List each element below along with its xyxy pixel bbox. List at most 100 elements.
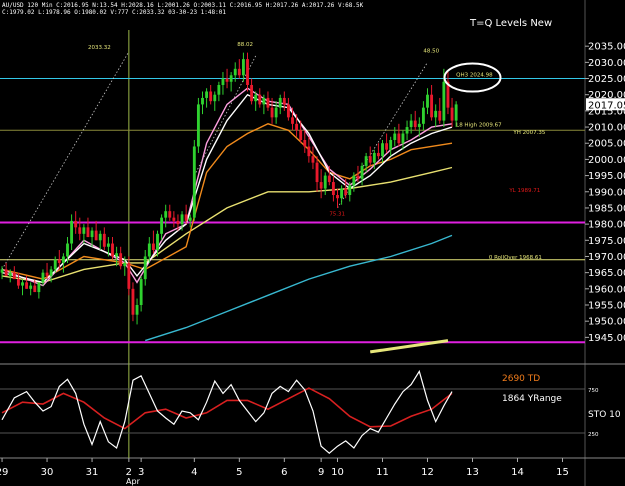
candle-body bbox=[356, 175, 360, 179]
trading-chart[interactable]: 2033.32 88.02 48.50 QH3 2024.98 L8 High 2009… bbox=[0, 0, 625, 486]
candle-body bbox=[66, 243, 69, 257]
time-tick-label: 15 bbox=[556, 467, 569, 478]
candle-body bbox=[348, 185, 352, 195]
level-annotation: L8 High 2009.67 bbox=[456, 123, 502, 129]
candle-body bbox=[295, 123, 299, 131]
candle-body bbox=[307, 146, 311, 157]
candle-body bbox=[225, 78, 229, 82]
candle-body bbox=[401, 133, 405, 144]
time-tick-label: 29 bbox=[0, 467, 8, 478]
candle-body bbox=[78, 227, 82, 234]
level-annotation: 0 RollOver 1968.61 bbox=[489, 255, 542, 261]
candle-body bbox=[0, 269, 4, 273]
level-annotation: QH3 2024.98 bbox=[456, 73, 493, 79]
candle-body bbox=[241, 59, 245, 76]
time-tick-label: 13 bbox=[466, 467, 479, 478]
candle-body bbox=[376, 152, 380, 157]
candle-body bbox=[16, 279, 20, 286]
price-tick-label: 2005.00 bbox=[588, 139, 625, 150]
candle-body bbox=[213, 94, 217, 102]
candle-body bbox=[131, 288, 135, 315]
candle-body bbox=[319, 182, 323, 189]
candle-body bbox=[303, 140, 307, 147]
candle-body bbox=[143, 256, 147, 280]
candle-body bbox=[286, 104, 290, 118]
candle-body bbox=[188, 217, 192, 221]
time-tick-label: 9 bbox=[318, 467, 324, 478]
level-annotation: 75.31 bbox=[329, 212, 345, 218]
candle-body bbox=[278, 97, 282, 108]
candle-body bbox=[450, 107, 454, 121]
candle-body bbox=[340, 188, 344, 199]
candle-body bbox=[139, 279, 143, 305]
candle-body bbox=[70, 220, 74, 244]
td-label: 2690 TD bbox=[502, 374, 540, 384]
price-tick-label: 1970.00 bbox=[588, 252, 625, 263]
candle-body bbox=[74, 220, 78, 228]
candle-body bbox=[262, 97, 266, 105]
time-tick-label: 11 bbox=[376, 467, 389, 478]
candle-body bbox=[8, 272, 12, 276]
candle-body bbox=[57, 259, 61, 263]
candle-body bbox=[106, 243, 110, 247]
level-annotation: YH 2007.35 bbox=[512, 130, 545, 136]
candle-body bbox=[168, 211, 172, 218]
candle-body bbox=[115, 253, 119, 257]
candle-body bbox=[360, 165, 364, 179]
candle-body bbox=[102, 233, 106, 247]
price-tick-label: 1990.00 bbox=[588, 187, 625, 198]
time-tick-label: 10 bbox=[331, 467, 344, 478]
candle-body bbox=[327, 175, 331, 183]
candle-body bbox=[454, 104, 458, 121]
candle-body bbox=[86, 227, 90, 238]
level-annotation: 48.50 bbox=[423, 48, 439, 54]
candle-body bbox=[442, 81, 446, 121]
chart-title: T=Q Levels New bbox=[469, 18, 552, 29]
candle-body bbox=[127, 262, 131, 289]
time-tick-label: 14 bbox=[511, 467, 524, 478]
candle-body bbox=[266, 97, 270, 108]
candle-body bbox=[147, 243, 151, 257]
time-tick-label: 30 bbox=[41, 467, 54, 478]
candle-body bbox=[434, 110, 438, 118]
candle-body bbox=[41, 272, 45, 283]
candle-body bbox=[37, 282, 41, 293]
candle-body bbox=[176, 220, 180, 225]
candle-body bbox=[421, 107, 425, 124]
candle-body bbox=[196, 104, 200, 147]
candle-body bbox=[229, 75, 233, 82]
candle-body bbox=[12, 272, 16, 280]
candle-body bbox=[417, 123, 421, 128]
price-tick-label: 1965.00 bbox=[588, 268, 625, 279]
candle-body bbox=[413, 120, 417, 128]
candle-body bbox=[336, 195, 339, 199]
stoch-tick-label: 250 bbox=[588, 432, 599, 438]
candle-body bbox=[33, 285, 37, 293]
level-annotation: YL 1989.71 bbox=[508, 188, 540, 194]
candle-body bbox=[180, 214, 184, 225]
candle-body bbox=[364, 156, 368, 166]
candle-body bbox=[405, 127, 409, 134]
candle-body bbox=[164, 211, 168, 218]
candle-body bbox=[250, 85, 254, 102]
candle-body bbox=[372, 152, 376, 163]
candle-body bbox=[49, 269, 53, 276]
yrange-label: 1864 YRange bbox=[502, 394, 562, 404]
time-tick-label: 6 bbox=[281, 467, 287, 478]
candle-body bbox=[397, 133, 401, 144]
candle-body bbox=[29, 285, 33, 289]
candle-body bbox=[258, 94, 262, 105]
price-tick-label: 1955.00 bbox=[588, 301, 625, 312]
candle-body bbox=[270, 107, 274, 118]
candle-body bbox=[82, 227, 86, 234]
price-tick-label: 1945.00 bbox=[588, 333, 625, 344]
candle-body bbox=[254, 94, 258, 102]
price-tick-label: 1980.00 bbox=[588, 220, 625, 231]
sto-label: STO 10 bbox=[588, 410, 621, 420]
candle-body bbox=[119, 253, 123, 267]
candle-body bbox=[246, 59, 249, 85]
level-annotation: 2033.32 bbox=[88, 45, 111, 51]
price-tick-label: 1985.00 bbox=[588, 203, 625, 214]
candle-body bbox=[151, 243, 155, 250]
candle-body bbox=[45, 272, 49, 276]
